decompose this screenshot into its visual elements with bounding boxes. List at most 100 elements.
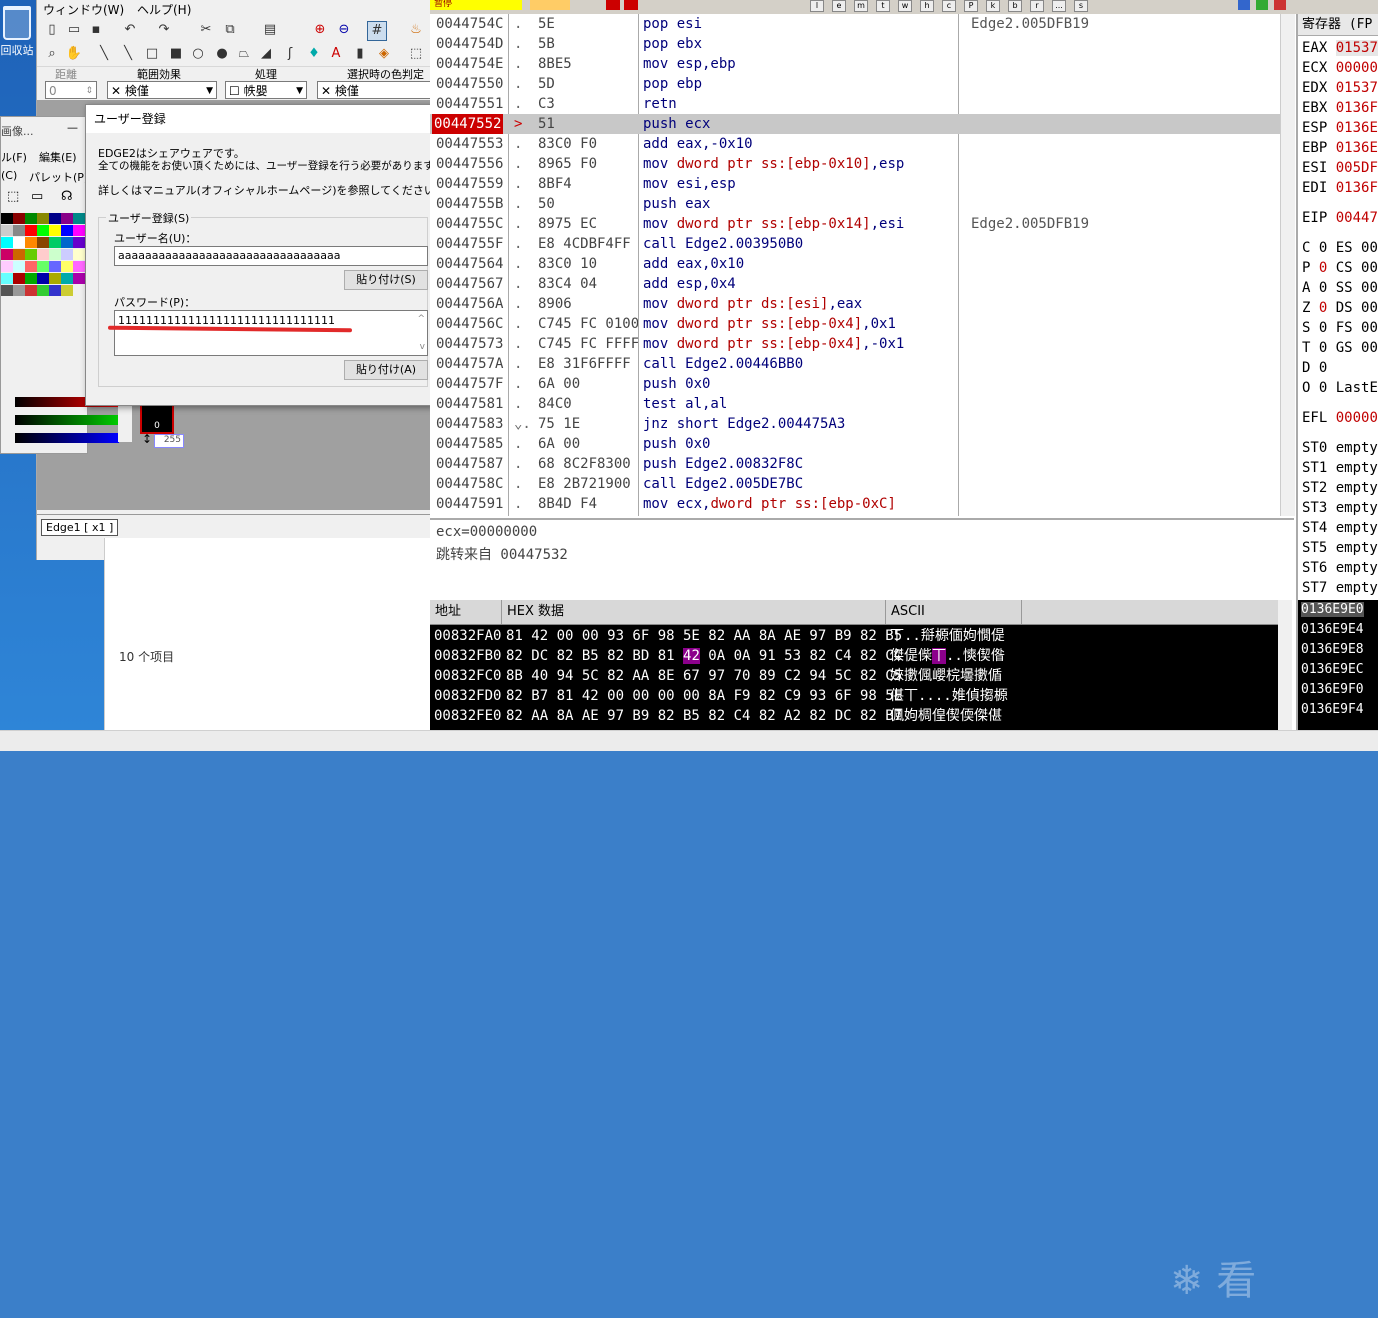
disasm-row[interactable]: 00447559. 8BF4 mov esi,esp (430, 174, 1280, 194)
paste-username-button[interactable]: 貼り付け(S) (344, 270, 428, 290)
stamp-icon[interactable]: ▮ (351, 45, 369, 63)
toolbar-letter-button[interactable]: w (898, 0, 912, 12)
line-icon[interactable]: ╲ (119, 45, 137, 63)
toolbar-letter-button[interactable]: b (1008, 0, 1022, 12)
toolbar-letter-button[interactable]: P (964, 0, 978, 12)
color-swatch[interactable] (49, 285, 61, 296)
blue-slider[interactable] (15, 433, 119, 443)
open-icon[interactable] (530, 0, 570, 10)
color-swatch[interactable] (13, 237, 25, 248)
fpu-register[interactable]: ST1 empty (1302, 460, 1378, 476)
register-ebx[interactable]: EBX 0136F3 (1302, 100, 1378, 116)
range-effect-combo[interactable]: ✕ 検僅 ▼ (107, 81, 217, 99)
color-swatch[interactable] (73, 213, 85, 224)
fill-polygon-icon[interactable]: ◢ (257, 45, 275, 63)
color-swatch[interactable] (49, 237, 61, 248)
username-input[interactable]: aaaaaaaaaaaaaaaaaaaaaaaaaaaaaaaaa (114, 246, 428, 266)
dump-col-hex[interactable]: HEX 数据 (502, 600, 886, 624)
toolbar-letter-button[interactable]: ... (1052, 0, 1066, 12)
paste-password-button[interactable]: 貼り付け(A) (344, 360, 428, 380)
select-icon[interactable]: ⬚ (407, 45, 425, 63)
color-swatch[interactable] (37, 213, 49, 224)
disassembly-scrollbar[interactable] (1280, 14, 1295, 516)
disasm-row[interactable]: 0044755F. E8 4CDBF4FF call Edge2.003950B0 (430, 234, 1280, 254)
toolbar-letter-button[interactable]: e (832, 0, 846, 12)
fill-ellipse-icon[interactable]: ● (213, 45, 231, 63)
color-swatch[interactable] (25, 213, 37, 224)
stack-row[interactable]: 0136E9F4 (1301, 702, 1364, 717)
process-combo[interactable]: ☐ 帙嬰 ▼ (225, 81, 307, 99)
disasm-row[interactable]: 00447581. 84C0 test al,al (430, 394, 1280, 414)
register-eax[interactable]: EAX 015375 (1302, 40, 1378, 56)
link-icon[interactable]: ☊ (61, 189, 73, 204)
flag-d[interactable]: D 0 (1302, 360, 1327, 376)
register-edi[interactable]: EDI 0136F1 (1302, 180, 1378, 196)
fill-rect-icon[interactable]: ■ (167, 45, 185, 63)
flag-p[interactable]: P 0 CS 00 (1302, 260, 1378, 276)
toolbar-letter-button[interactable]: c (942, 0, 956, 12)
fpu-register[interactable]: ST7 empty (1302, 580, 1378, 596)
color-swatch[interactable] (25, 249, 37, 260)
color-swatch[interactable] (73, 273, 85, 284)
options-icon[interactable] (1238, 0, 1250, 10)
disasm-row[interactable]: 00447551. C3 retn (430, 94, 1280, 114)
cut-icon[interactable]: ✂ (197, 21, 215, 39)
color-swatch[interactable] (37, 249, 49, 260)
spin-arrows-icon[interactable]: ⇕ (85, 82, 93, 100)
color-swatch[interactable] (25, 273, 37, 284)
stack-row[interactable]: 0136E9E8 (1301, 642, 1364, 657)
color-swatch[interactable] (25, 225, 37, 236)
disasm-row[interactable]: 00447591. 8B4D F4 mov ecx,dword ptr ss:[eb… (430, 494, 1280, 514)
color-swatch[interactable] (1, 225, 13, 236)
register-ecx[interactable]: ECX 000000 (1302, 60, 1378, 76)
color-swatch[interactable] (37, 225, 49, 236)
dump-row[interactable]: 00832FE0 82 AA 8A AE 97 B9 82 B5 82 C4 82… (430, 706, 1278, 726)
stack-row[interactable]: 0136E9EC (1301, 662, 1364, 677)
hand-icon[interactable]: ✋ (65, 45, 83, 63)
register-eip[interactable]: EIP 004475 (1302, 210, 1378, 226)
dump-scrollbar[interactable] (1278, 600, 1292, 730)
text-tool-icon[interactable]: A (327, 45, 345, 63)
fpu-register[interactable]: ST2 empty (1302, 480, 1378, 496)
color-swatch[interactable] (49, 249, 61, 260)
toolbar-letter-button[interactable]: h (920, 0, 934, 12)
color-swatch[interactable] (61, 237, 73, 248)
fill-tool-icon[interactable]: ◈ (375, 45, 393, 63)
magnifier-icon[interactable]: ⌕ (43, 45, 61, 63)
curve-icon[interactable]: ʃ (281, 45, 299, 63)
color-swatch[interactable] (25, 285, 37, 296)
dropper-icon[interactable]: ♦ (305, 45, 323, 63)
flag-a[interactable]: A 0 SS 00 (1302, 280, 1378, 296)
disasm-row[interactable]: 00447587. 68 8C2F8300 push Edge2.00832F8C (430, 454, 1280, 474)
paste-icon[interactable]: ▤ (261, 21, 279, 39)
rect-icon[interactable]: □ (143, 45, 161, 63)
color-judge-combo[interactable]: ✕ 検僅 (317, 81, 431, 99)
toolbar-letter-button[interactable]: m (854, 0, 868, 12)
redo-icon[interactable]: ↷ (155, 21, 173, 39)
toolbar-letter-button[interactable]: l (810, 0, 824, 12)
registers-pane[interactable]: 寄存器 (FP EAX 015375ECX 000000EDX 015375EB… (1296, 14, 1378, 600)
fpu-register[interactable]: ST5 empty (1302, 540, 1378, 556)
register-esi[interactable]: ESI 005DFB (1302, 160, 1378, 176)
color-swatch[interactable] (73, 249, 85, 260)
color-swatch[interactable] (13, 285, 25, 296)
color-swatch[interactable] (13, 225, 25, 236)
disasm-row[interactable]: 0044756A. 8906 mov dword ptr ds:[esi],eax (430, 294, 1280, 314)
disasm-row[interactable]: 00447583 ⌄. 75 1E jnz short Edge2.004475A3 (430, 414, 1280, 434)
flag-s[interactable]: S 0 FS 00 (1302, 320, 1378, 336)
color-swatch[interactable] (73, 225, 85, 236)
open-icon[interactable]: ▭ (65, 21, 83, 39)
dump-row[interactable]: 00832FD0 82 B7 81 42 00 00 00 00 8A F9 82… (430, 686, 1278, 706)
color-swatch[interactable] (61, 225, 73, 236)
color-swatch[interactable] (49, 273, 61, 284)
color-swatch[interactable] (61, 273, 73, 284)
color-swatch[interactable] (1, 237, 13, 248)
disassembly-pane[interactable]: 0044754C. 5E pop esi Edge2.005DFB19 0044754D… (430, 14, 1280, 516)
disasm-row[interactable]: 0044754D. 5B pop ebx (430, 34, 1280, 54)
run-icon[interactable] (606, 0, 620, 10)
flag-t[interactable]: T 0 GS 00 (1302, 340, 1378, 356)
color-swatch[interactable] (1, 285, 13, 296)
color-swatch[interactable] (1, 273, 13, 284)
dump-row[interactable]: 00832FB0 82 DC 82 B5 82 BD 81 42 0A 0A 91… (430, 646, 1278, 666)
fpu-register[interactable]: ST0 empty (1302, 440, 1378, 456)
